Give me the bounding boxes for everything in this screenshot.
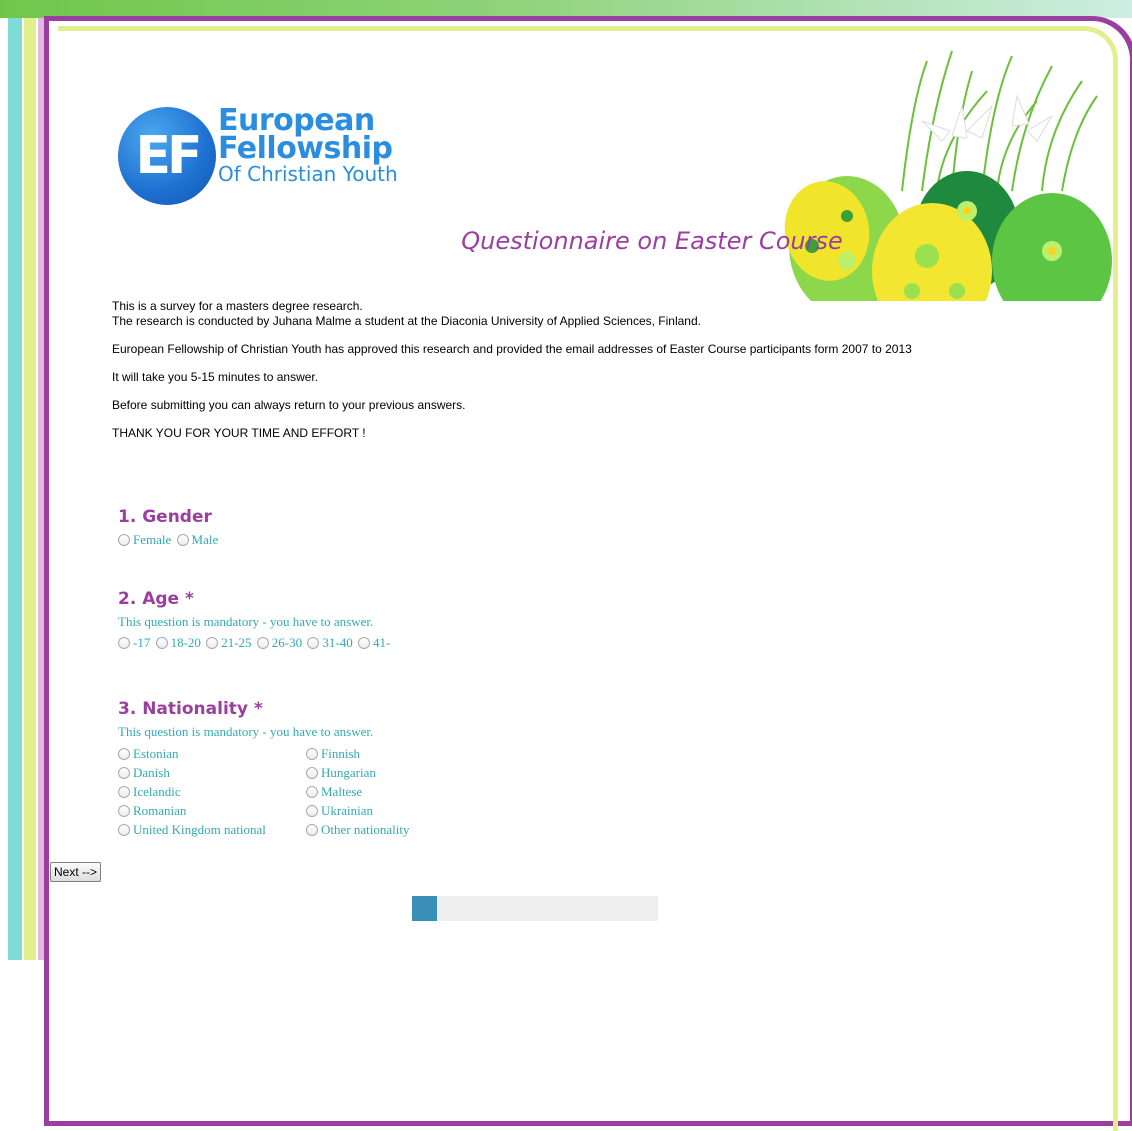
radio-button[interactable] (118, 786, 130, 798)
radio-button[interactable] (118, 534, 130, 546)
intro-line-6: THANK YOU FOR YOUR TIME AND EFFORT ! (112, 426, 366, 440)
radio-button[interactable] (307, 637, 320, 649)
nationality-option-finnish[interactable]: Finnish (306, 746, 504, 762)
age-option-26-30[interactable]: 26-30 (256, 635, 303, 651)
question-age-title: 2. Age * (118, 589, 194, 609)
nationality-option-romanian[interactable]: Romanian (118, 803, 304, 819)
option-label: Maltese (321, 784, 363, 799)
intro-line-2: The research is conducted by Juhana Malm… (112, 314, 701, 328)
logo-line-fellowship: Fellowship (218, 131, 393, 166)
option-label: 41- (372, 635, 391, 650)
option-label: Finnish (321, 746, 361, 761)
nationality-option-danish[interactable]: Danish (118, 765, 304, 781)
age-options: -17 18-20 21-25 26-30 31-40 41- (118, 635, 392, 653)
gender-option-male[interactable]: Male (176, 532, 219, 548)
radio-button[interactable] (256, 637, 269, 649)
age-option-41-plus[interactable]: 41- (357, 635, 391, 651)
option-label: 18-20 (170, 635, 201, 650)
age-option-31-40[interactable]: 31-40 (307, 635, 353, 651)
survey-content: EF European Fellowship Of Christian Yout… (62, 31, 1112, 960)
logo-line-christian-youth: Of Christian Youth (218, 162, 398, 186)
radio-button[interactable] (206, 637, 219, 649)
intro-line-3: European Fellowship of Christian Youth h… (112, 342, 912, 356)
decorative-stripe-teal (8, 18, 22, 960)
radio-button[interactable] (118, 824, 130, 836)
question-nationality-title: 3. Nationality * (118, 699, 263, 719)
nationality-options: Estonian Finnish Danish Hungarian Icelan… (118, 746, 506, 838)
option-label: Estonian (133, 746, 179, 761)
age-option-under-17[interactable]: -17 (118, 635, 150, 651)
gender-option-female[interactable]: Female (118, 532, 171, 548)
radio-button[interactable] (306, 805, 318, 817)
radio-button[interactable] (118, 805, 130, 817)
easter-eggs-image (784, 50, 1112, 301)
intro-line-5: Before submitting you can always return … (112, 398, 466, 412)
decorative-stripe-yellow (24, 18, 36, 960)
nationality-option-maltese[interactable]: Maltese (306, 784, 504, 800)
option-label: Female (133, 532, 172, 547)
option-label: Romanian (133, 803, 187, 818)
option-label: 26-30 (271, 635, 303, 650)
option-label: Ukrainian (321, 803, 373, 818)
question-gender: 1. Gender Female Male (118, 507, 220, 550)
nationality-option-estonian[interactable]: Estonian (118, 746, 304, 762)
option-label: Other nationality (321, 822, 410, 837)
radio-button[interactable] (118, 748, 130, 760)
option-label: -17 (133, 635, 151, 650)
mandatory-note: This question is mandatory - you have to… (118, 724, 374, 739)
radio-button[interactable] (357, 637, 370, 649)
option-label: Male (191, 532, 219, 547)
option-label: Hungarian (321, 765, 376, 780)
option-label: Icelandic (133, 784, 181, 799)
intro-line-4: It will take you 5-15 minutes to answer. (112, 370, 319, 384)
next-button[interactable]: Next --> (50, 862, 102, 882)
age-option-18-20[interactable]: 18-20 (155, 635, 201, 651)
intro-line-1: This is a survey for a masters degree re… (112, 299, 363, 313)
intro-text: This is a survey for a masters degree re… (112, 299, 1112, 454)
radio-button[interactable] (155, 637, 168, 649)
gender-options: Female Male (118, 532, 220, 550)
question-gender-title: 1. Gender (118, 507, 212, 527)
nationality-option-ukrainian[interactable]: Ukrainian (306, 803, 504, 819)
question-age: 2. Age * This question is mandatory - yo… (118, 589, 392, 653)
radio-button[interactable] (306, 767, 318, 779)
nationality-option-hungarian[interactable]: Hungarian (306, 765, 504, 781)
radio-button[interactable] (306, 786, 318, 798)
option-label: 21-25 (221, 635, 252, 650)
question-nationality: 3. Nationality * This question is mandat… (118, 699, 506, 838)
option-label: Danish (133, 765, 170, 780)
radio-button[interactable] (176, 534, 189, 546)
nationality-option-uk[interactable]: United Kingdom national (118, 822, 304, 838)
option-label: 31-40 (322, 635, 353, 650)
efcy-logo: EF European Fellowship Of Christian Yout… (118, 103, 418, 213)
radio-button[interactable] (118, 767, 130, 779)
radio-button[interactable] (306, 748, 318, 760)
radio-button[interactable] (118, 637, 130, 649)
radio-button[interactable] (306, 824, 318, 836)
progress-bar (412, 896, 658, 921)
progress-bar-fill (412, 896, 437, 921)
mandatory-note: This question is mandatory - you have to… (118, 614, 374, 629)
logo-wordmark: European Fellowship Of Christian Youth (218, 106, 398, 186)
nationality-option-other[interactable]: Other nationality (306, 822, 504, 838)
age-option-21-25[interactable]: 21-25 (206, 635, 252, 651)
page-title: Questionnaire on Easter Course (461, 227, 843, 255)
ef-monogram: EF (118, 107, 216, 205)
nationality-option-icelandic[interactable]: Icelandic (118, 784, 304, 800)
option-label: United Kingdom national (133, 822, 266, 837)
